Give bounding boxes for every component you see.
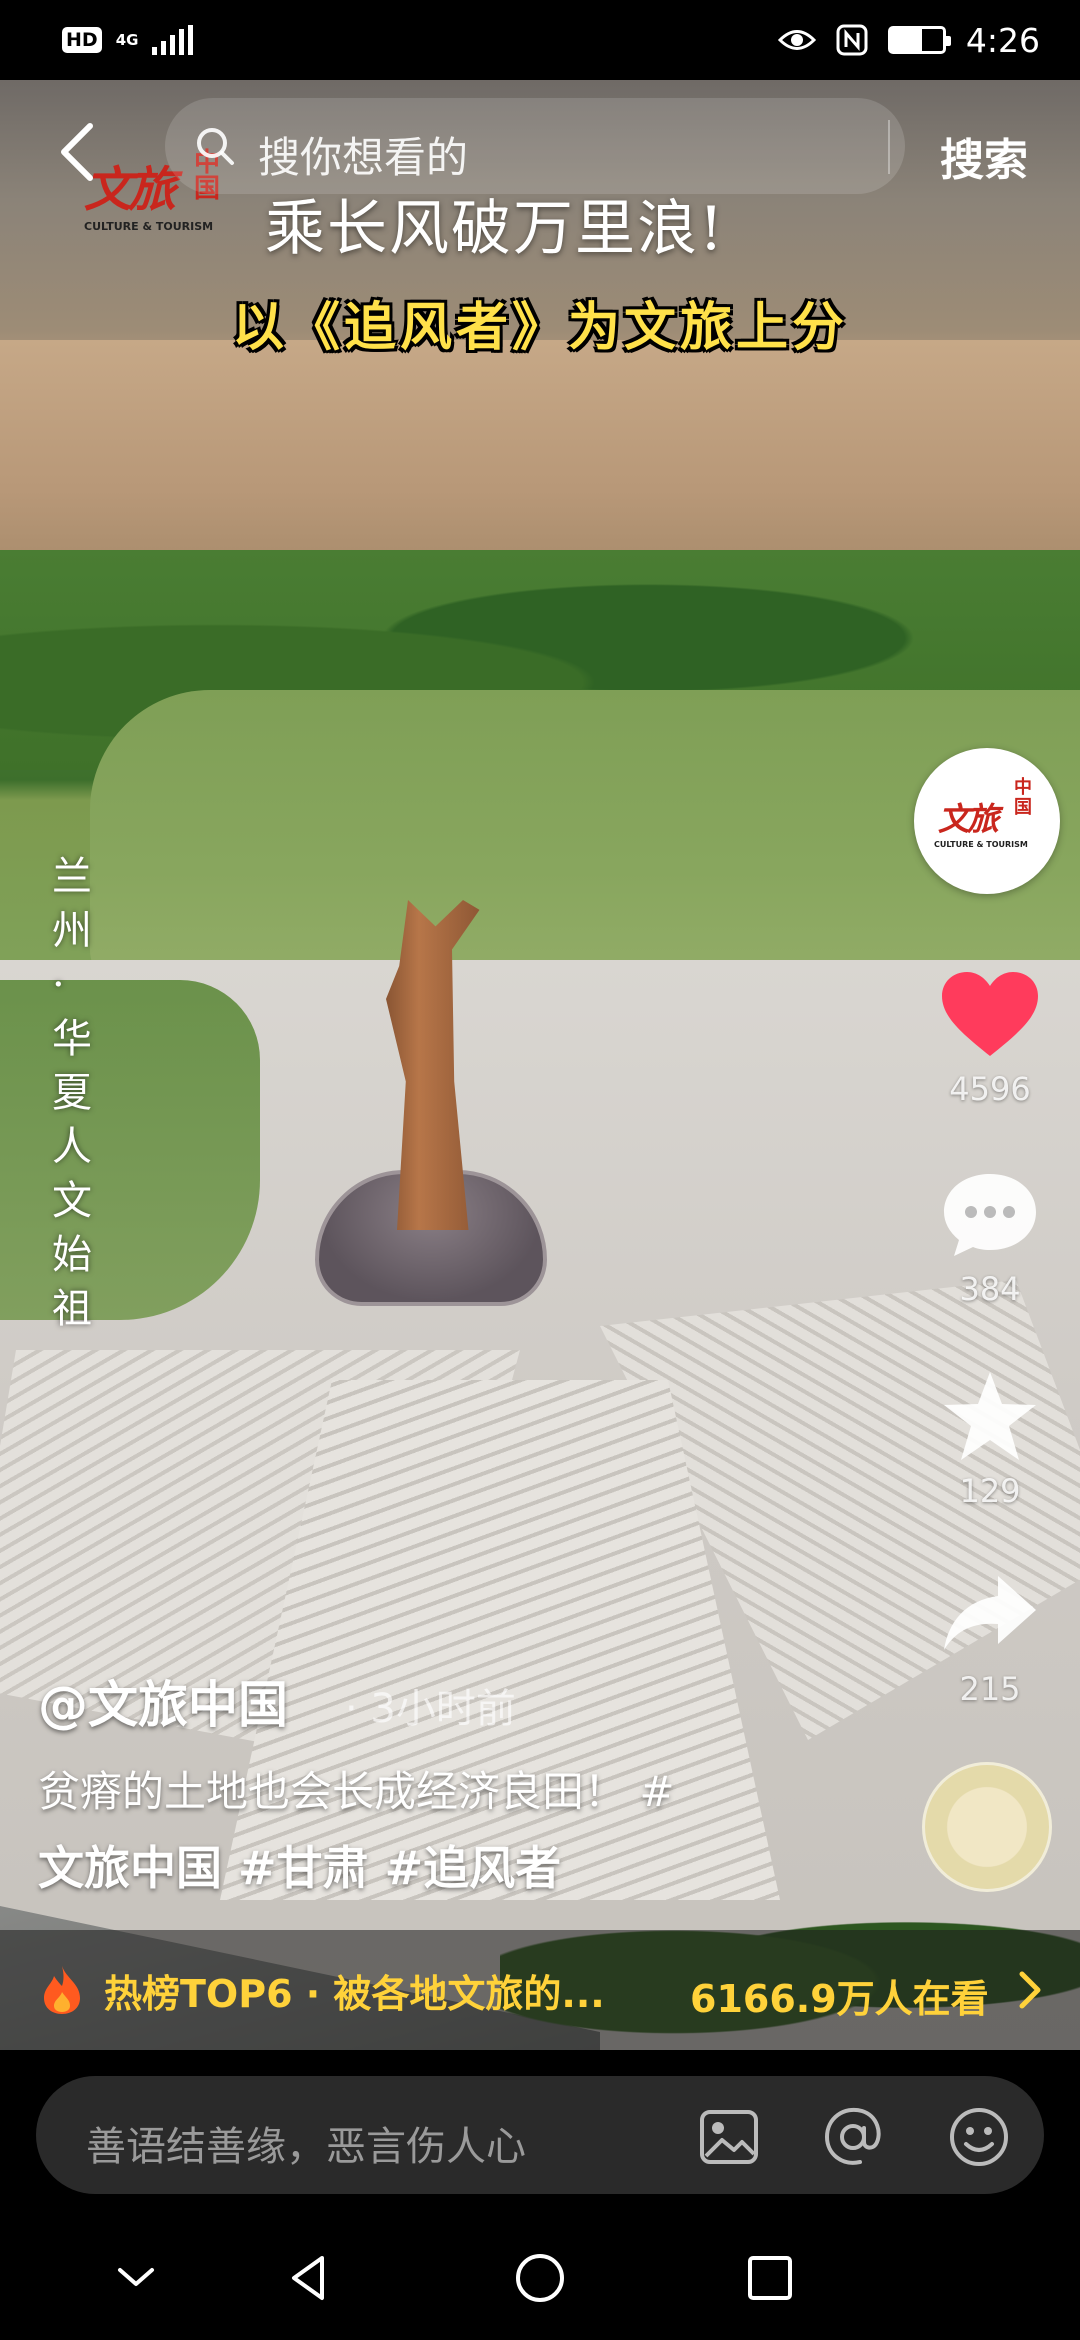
comment-bar: 善语结善缘，恶言伤人心 <box>0 2050 1080 2210</box>
comment-button[interactable]: 384 <box>935 1170 1045 1308</box>
comment-icon <box>944 1174 1036 1256</box>
status-right: 4:26 <box>777 20 1040 60</box>
avatar-logo-english: CULTURE & TOURISM <box>934 840 1028 849</box>
logo-english: CULTURE & TOURISM <box>84 220 214 233</box>
comment-placeholder: 善语结善缘，恶言伤人心 <box>86 2124 526 2170</box>
comment-count: 384 <box>959 1270 1021 1308</box>
share-count: 215 <box>959 1670 1021 1708</box>
star-icon <box>944 1372 1036 1460</box>
chevron-right-icon <box>1019 1971 1041 2009</box>
like-button[interactable]: 4596 <box>935 970 1045 1108</box>
trending-viewers: 6166.9万人在看 <box>690 1977 989 2021</box>
status-bar: HD 4G 4:26 <box>0 0 1080 80</box>
nav-home-icon[interactable] <box>512 2250 568 2306</box>
image-icon[interactable] <box>698 2106 760 2168</box>
hd-badge: HD <box>62 27 102 53</box>
top-search-bar: 搜你想看的 搜索 <box>0 90 1080 220</box>
emoji-icon[interactable] <box>948 2106 1010 2168</box>
status-left: HD 4G <box>62 25 196 55</box>
video-player[interactable] <box>0 80 1080 2050</box>
back-icon[interactable] <box>54 122 102 182</box>
post-description-line1: 贫瘠的土地也会长成经济良田！ # <box>38 1767 675 1816</box>
favorite-count: 129 <box>959 1472 1021 1510</box>
scene-grass <box>0 980 260 1320</box>
author-avatar[interactable]: 文旅 中国 CULTURE & TOURISM <box>914 748 1060 894</box>
nav-back-icon[interactable] <box>282 2250 338 2306</box>
nav-collapse-icon[interactable] <box>108 2250 164 2306</box>
trending-text: 热榜TOP6 · 被各地文旅的... <box>104 1971 605 2016</box>
search-divider <box>888 120 890 174</box>
favorite-button[interactable]: 129 <box>935 1370 1045 1510</box>
search-button[interactable]: 搜索 <box>940 124 1028 188</box>
trending-bar[interactable]: 热榜TOP6 · 被各地文旅的... 6166.9万人在看 <box>0 1930 1080 2050</box>
search-placeholder: 搜你想看的 <box>258 133 469 182</box>
clock: 4:26 <box>965 20 1040 60</box>
video-vertical-caption: 兰州·华夏人文始祖 <box>52 854 92 1332</box>
video-subhead: 以《追风者》为文旅上分 <box>231 298 848 358</box>
network-type: 4G <box>115 30 139 49</box>
avatar-logo-vertical: 中国 <box>1014 777 1032 818</box>
battery-icon <box>887 26 951 54</box>
search-icon <box>197 128 234 165</box>
post-time: · 3小时前 <box>345 1686 516 1732</box>
eye-icon <box>777 30 816 50</box>
avatar-logo-text: 文旅 <box>938 800 999 838</box>
nav-recents-icon[interactable] <box>742 2250 798 2306</box>
flame-icon <box>44 1966 80 2014</box>
music-disc[interactable] <box>922 1762 1052 1892</box>
share-button[interactable]: 215 <box>935 1570 1045 1708</box>
signal-icon <box>152 25 194 55</box>
nfc-icon <box>836 24 868 56</box>
like-count: 4596 <box>949 1070 1031 1108</box>
heart-icon <box>942 972 1038 1056</box>
at-icon[interactable] <box>822 2106 884 2168</box>
system-nav-bar <box>0 2210 1080 2340</box>
author-name[interactable]: @文旅中国 <box>38 1665 288 1737</box>
share-icon <box>944 1576 1036 1650</box>
post-hashtags[interactable]: 文旅中国 #甘肃 #追风者 <box>38 1832 561 1898</box>
